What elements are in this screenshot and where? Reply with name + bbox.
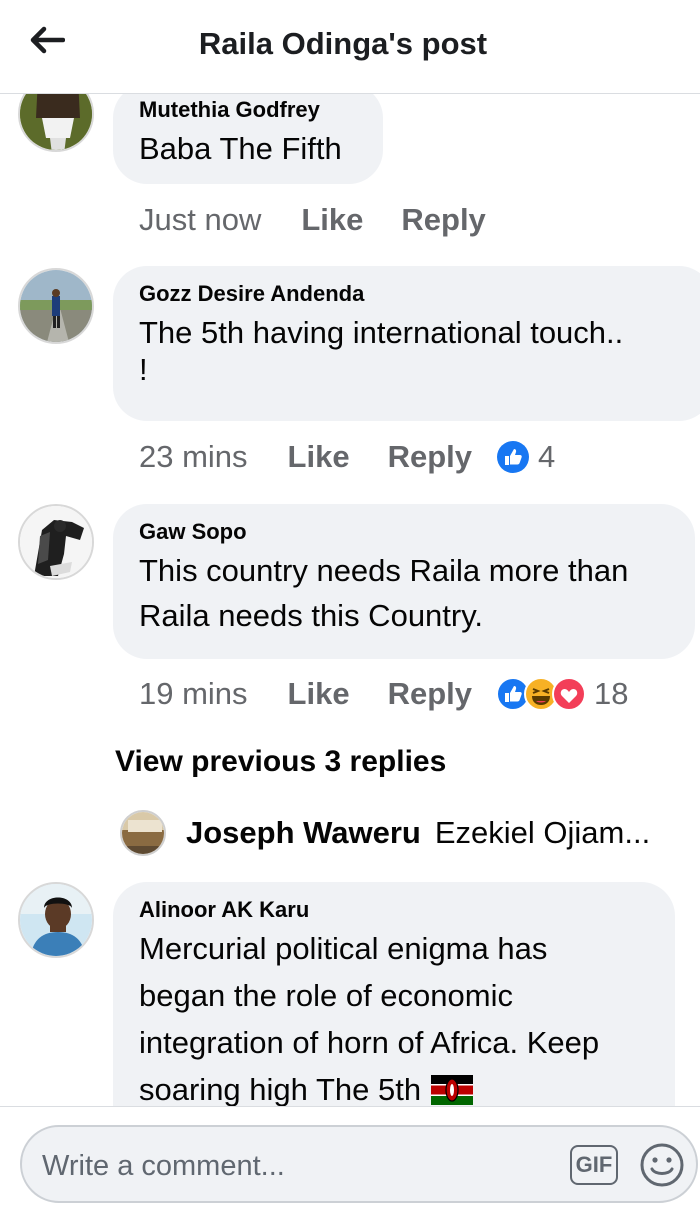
like-reaction-icon bbox=[497, 441, 529, 473]
comment-text-line-with-flag: soaring high The 5th bbox=[139, 1067, 649, 1106]
top-bar: Raila Odinga's post bbox=[0, 0, 700, 94]
comment-time[interactable]: 23 mins bbox=[139, 439, 248, 475]
comment-text: Baba The Fifth bbox=[139, 131, 342, 166]
comment-bubble[interactable]: Gaw Sopo This country needs Raila more t… bbox=[113, 504, 695, 659]
comments-feed[interactable]: Mutethia Godfrey Baba The Fifth Just now… bbox=[0, 94, 700, 1106]
comment-text-line: Mercurial political enigma has bbox=[139, 931, 548, 966]
avatar[interactable] bbox=[18, 268, 94, 344]
like-button[interactable]: Like bbox=[288, 676, 350, 712]
comment-author[interactable]: Gozz Desire Andenda bbox=[139, 280, 687, 308]
comment-time[interactable]: Just now bbox=[139, 202, 261, 238]
page-title: Raila Odinga's post bbox=[198, 26, 488, 61]
reaction-count: 18 bbox=[594, 676, 629, 711]
reply-author[interactable]: Joseph Waweru bbox=[186, 815, 421, 851]
comment-actions: 23 mins Like Reply 4 bbox=[139, 437, 555, 477]
reply-button[interactable]: Reply bbox=[388, 676, 472, 712]
reaction-icons bbox=[496, 677, 586, 711]
comment-author[interactable]: Mutethia Godfrey bbox=[139, 96, 357, 124]
reply-button[interactable]: Reply bbox=[388, 439, 472, 475]
avatar[interactable] bbox=[18, 504, 94, 580]
comment-text-line: This country needs Raila more than bbox=[139, 553, 629, 588]
comment-input-wrapper[interactable]: GIF bbox=[20, 1125, 698, 1203]
kenya-flag-icon bbox=[431, 1074, 474, 1105]
reaction-count: 4 bbox=[538, 439, 556, 474]
comment-actions: Just now Like Reply bbox=[139, 200, 486, 240]
like-button[interactable]: Like bbox=[301, 202, 363, 238]
comment-author[interactable]: Gaw Sopo bbox=[139, 518, 669, 546]
emoji-icon[interactable] bbox=[638, 1141, 686, 1189]
comment-time[interactable]: 19 mins bbox=[139, 676, 248, 712]
love-reaction-icon bbox=[552, 677, 586, 711]
reply-preview[interactable]: Joseph Waweru Ezekiel Ojiam... bbox=[120, 810, 650, 856]
comment-text-line: began the role of economic bbox=[139, 978, 513, 1013]
comment-author[interactable]: Alinoor AK Karu bbox=[139, 896, 649, 924]
comment-text-line: soaring high The 5th bbox=[139, 1072, 422, 1106]
reaction-summary[interactable]: 4 bbox=[496, 439, 555, 475]
comment-input[interactable] bbox=[40, 1137, 564, 1195]
avatar[interactable] bbox=[18, 94, 94, 152]
comment-text-line: The 5th having international touch.. bbox=[139, 315, 624, 350]
avatar[interactable] bbox=[18, 882, 94, 958]
reply-preview-text: Ezekiel Ojiam... bbox=[434, 815, 651, 850]
comment-composer: GIF bbox=[0, 1106, 700, 1217]
comment-text-line: integration of horn of Africa. Keep bbox=[139, 1025, 600, 1060]
avatar[interactable] bbox=[120, 810, 166, 856]
like-button[interactable]: Like bbox=[288, 439, 350, 475]
comment-actions: 19 mins Like Reply 18 bbox=[139, 674, 628, 714]
reaction-summary[interactable]: 18 bbox=[496, 676, 628, 712]
reply-button[interactable]: Reply bbox=[401, 202, 485, 238]
comment-text-line: Raila needs this Country. bbox=[139, 598, 484, 633]
gif-button[interactable]: GIF bbox=[570, 1145, 618, 1185]
comment-bubble[interactable]: Mutethia Godfrey Baba The Fifth bbox=[113, 94, 383, 184]
comment-bubble[interactable]: Alinoor AK Karu Mercurial political enig… bbox=[113, 882, 675, 1106]
view-previous-replies-link[interactable]: View previous 3 replies bbox=[115, 745, 446, 779]
comment-bubble[interactable]: Gozz Desire Andenda The 5th having inter… bbox=[113, 266, 700, 421]
